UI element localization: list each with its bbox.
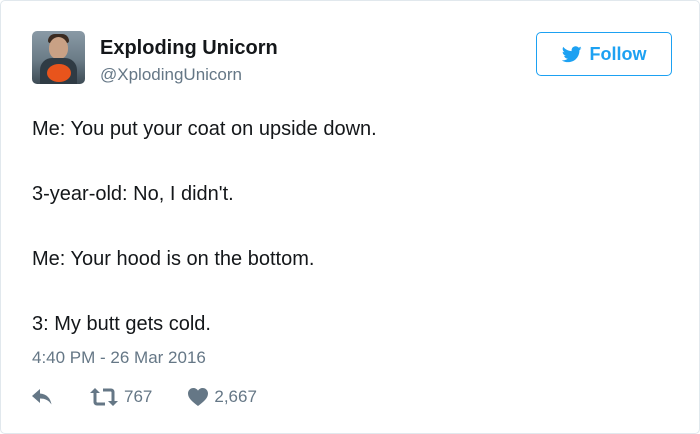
tweet-text-line: 3: My butt gets cold. xyxy=(32,313,211,335)
tweet-text-line: Me: You put your coat on upside down. xyxy=(32,118,377,140)
tweet-text-line: 3-year-old: No, I didn't. xyxy=(32,183,234,205)
like-button[interactable]: 2,667 xyxy=(188,387,257,407)
reply-button[interactable] xyxy=(32,389,52,405)
follow-button-label: Follow xyxy=(589,43,647,64)
tweet-text-line: Me: Your hood is on the bottom. xyxy=(32,248,315,270)
tweet-actions: 767 2,667 xyxy=(32,387,257,407)
avatar-head xyxy=(49,37,68,59)
like-count: 2,667 xyxy=(214,387,257,406)
user-handle[interactable]: @XplodingUnicorn xyxy=(100,65,242,85)
tweet-card: Exploding Unicorn @XplodingUnicorn Follo… xyxy=(0,0,700,434)
avatar-pumpkin xyxy=(47,64,71,82)
user-display-name[interactable]: Exploding Unicorn xyxy=(100,37,278,60)
tweet-timestamp[interactable]: 4:40 PM - 26 Mar 2016 xyxy=(32,348,206,368)
avatar[interactable] xyxy=(32,31,85,84)
twitter-bird-icon xyxy=(561,45,582,63)
retweet-count: 767 xyxy=(124,387,153,406)
retweet-icon xyxy=(90,388,118,406)
heart-icon xyxy=(188,388,209,406)
retweet-button[interactable]: 767 xyxy=(90,387,152,407)
follow-button[interactable]: Follow xyxy=(536,32,672,76)
reply-icon xyxy=(32,389,52,405)
